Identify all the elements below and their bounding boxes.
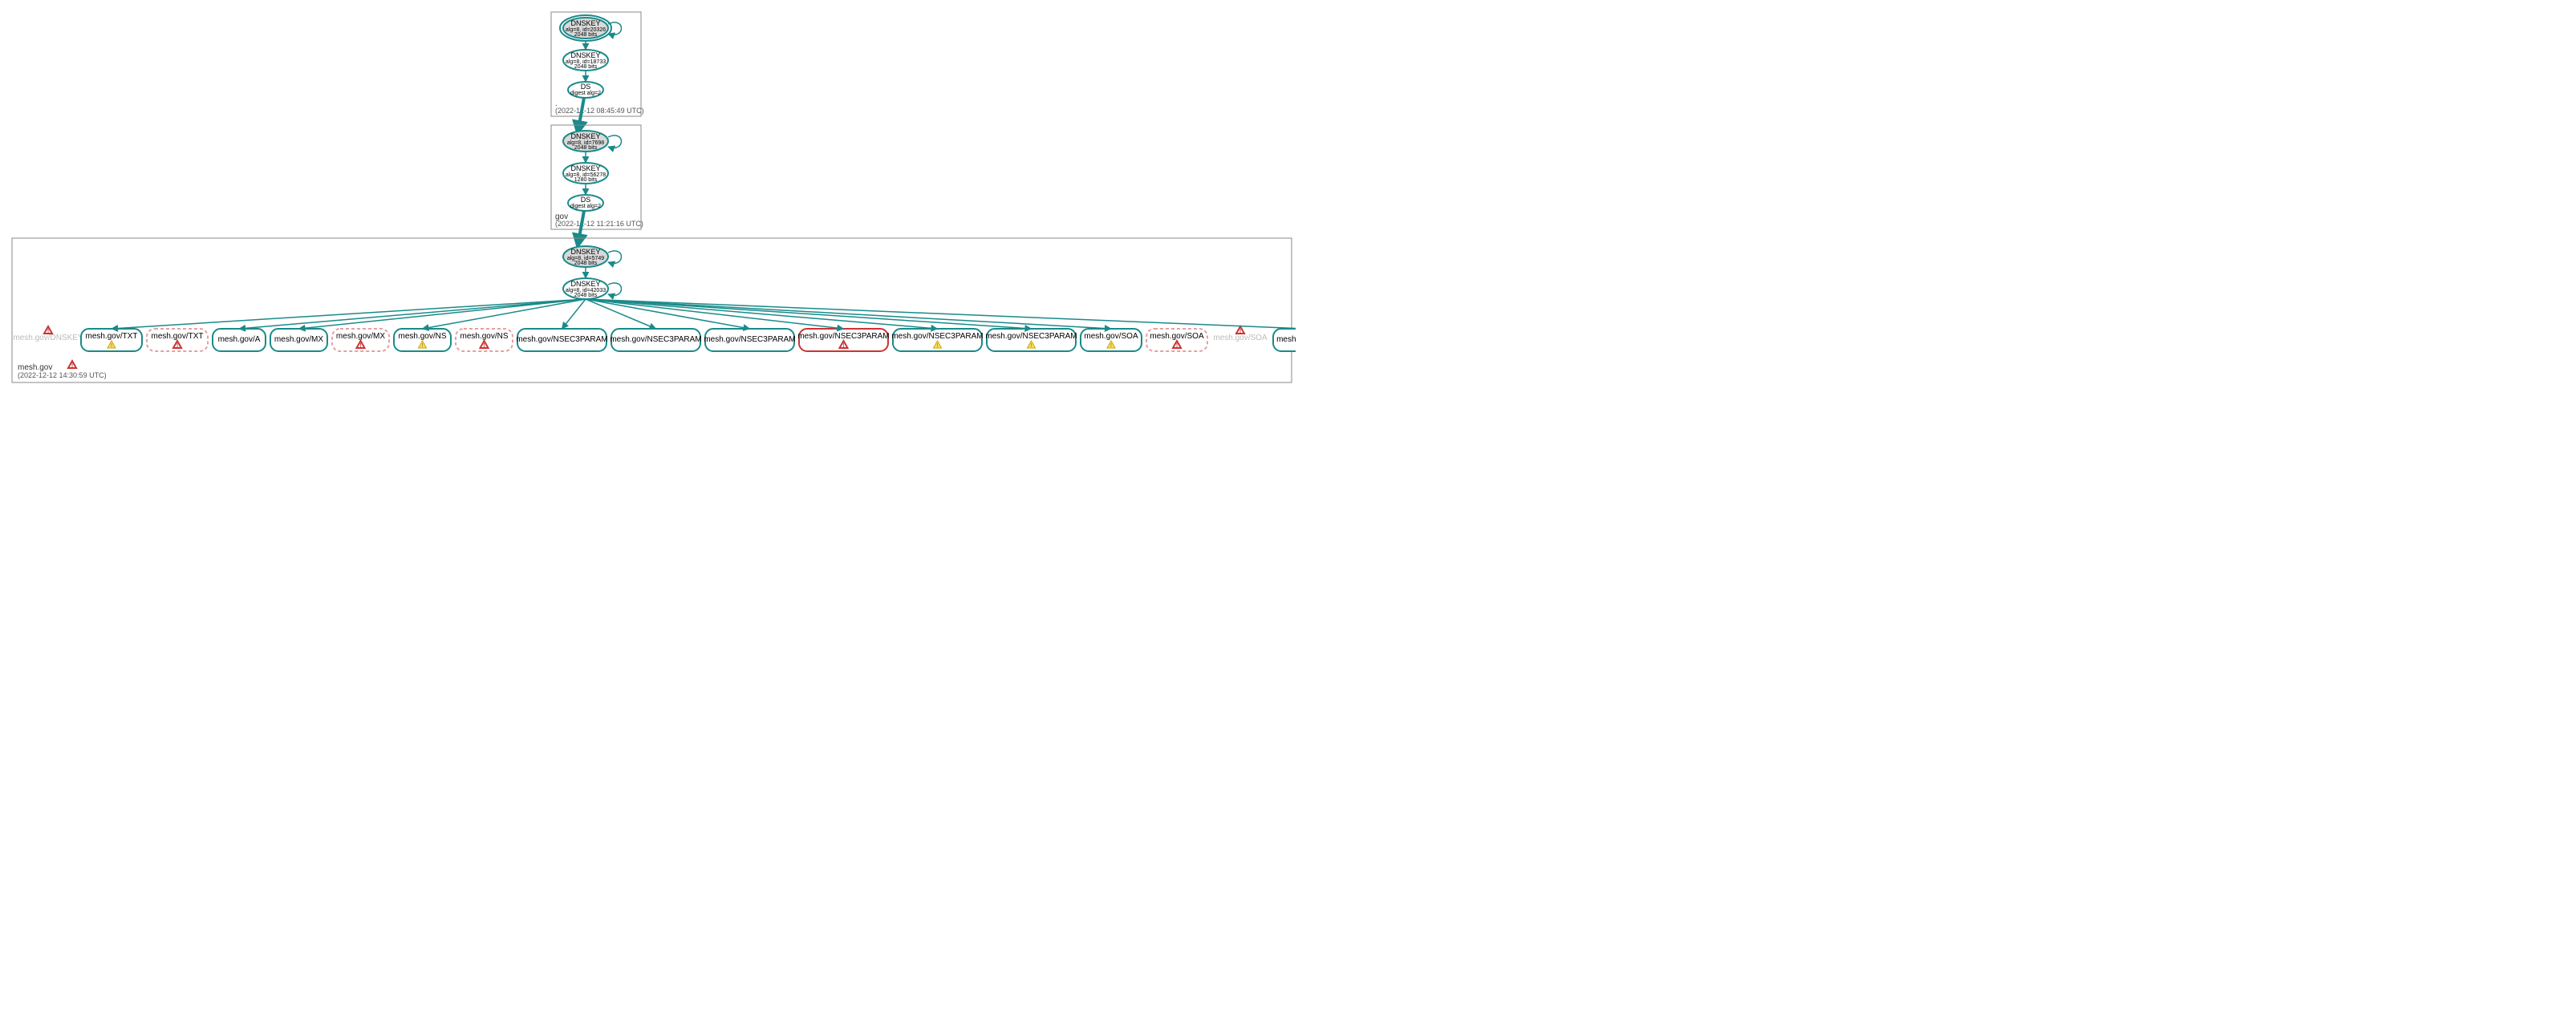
svg-text:DNSKEY: DNSKEY: [570, 51, 600, 59]
svg-text:DNSKEY: DNSKEY: [570, 280, 600, 288]
svg-text:DS: DS: [581, 83, 591, 91]
svg-text:!: !: [176, 343, 178, 349]
zone-gov-timestamp: (2022-12-12 11:21:16 UTC): [555, 220, 643, 228]
rrset-node[interactable]: mesh.gov/SOA!: [1146, 329, 1207, 351]
svg-text:!: !: [47, 329, 49, 334]
svg-text:2048 bits: 2048 bits: [574, 64, 598, 70]
error-icon: !: [357, 341, 365, 349]
rrset-label: mesh.gov/NSEC3PARAM: [704, 335, 795, 344]
node-root-zsk[interactable]: DNSKEY alg=8, id=18733 2048 bits: [563, 50, 608, 71]
svg-text:!: !: [359, 343, 361, 349]
rrset-edges: [112, 299, 1296, 329]
svg-text:2048 bits: 2048 bits: [574, 32, 598, 38]
rrset-label: mesh.gov/SOA: [1213, 334, 1268, 342]
rrset-node[interactable]: mesh.gov/NS!: [456, 329, 513, 351]
error-icon: !: [1236, 326, 1244, 334]
rrset-node[interactable]: mesh.gov/NSEC3PARAM: [516, 329, 607, 351]
node-gov-ds[interactable]: DS digest alg=2: [568, 195, 603, 211]
svg-text:!: !: [1031, 343, 1032, 349]
rrset-node[interactable]: mesh.gov/NSEC3PARAM!: [891, 329, 983, 351]
node-mesh-zsk[interactable]: DNSKEY alg=8, id=42033 2048 bits: [563, 278, 608, 299]
edge-zsk-rrset: [239, 299, 586, 329]
svg-text:DNSKEY: DNSKEY: [570, 164, 600, 172]
rrset-node[interactable]: mesh.gov/TXT!: [81, 329, 142, 351]
svg-text:digest alg=2: digest alg=2: [570, 204, 601, 209]
zone-gov: gov (2022-12-12 11:21:16 UTC) DNSKEY alg…: [551, 125, 643, 229]
svg-text:2048 bits: 2048 bits: [574, 261, 598, 266]
svg-text:!: !: [71, 363, 73, 369]
zone-mesh-timestamp: (2022-12-12 14:30:59 UTC): [18, 371, 107, 379]
svg-text:2048 bits: 2048 bits: [574, 293, 598, 298]
error-icon: !: [68, 361, 76, 369]
edge-mesh-ksk-self: [608, 251, 622, 263]
zone-mesh-footer-icon: !: [68, 361, 76, 369]
svg-text:DNSKEY: DNSKEY: [570, 132, 600, 140]
svg-text:DS: DS: [581, 196, 591, 204]
edge-gov-ds-to-mesh-ksk: [578, 211, 584, 246]
svg-text:!: !: [111, 343, 112, 349]
svg-text:digest alg=2: digest alg=2: [570, 91, 601, 96]
rrset-node[interactable]: mesh.gov/SOA!: [1213, 326, 1268, 342]
edge-root-ds-to-gov-ksk: [578, 98, 584, 133]
rrset-label: mesh.gov/SOA: [1084, 332, 1138, 341]
svg-text:DNSKEY: DNSKEY: [570, 248, 600, 256]
node-root-ds[interactable]: DS digest alg=2: [568, 82, 603, 98]
svg-text:!: !: [1239, 329, 1241, 334]
rrset-node[interactable]: mesh.gov/NSEC3PARAM!: [797, 329, 889, 351]
error-icon: !: [173, 341, 181, 349]
rrset-node[interactable]: mesh.gov/DNSKEY!: [13, 326, 83, 342]
rrset-node[interactable]: mesh.gov/SOA!: [1081, 329, 1142, 351]
dnssec-diagram: . (2022-12-12 08:45:49 UTC) DNSKEY alg=8…: [8, 8, 1296, 526]
rrset-node[interactable]: mesh.gov/NS!: [394, 329, 451, 351]
edge-mesh-zsk-self: [608, 283, 622, 295]
node-gov-ksk[interactable]: DNSKEY alg=8, id=7698 2048 bits: [563, 131, 608, 152]
svg-text:!: !: [483, 343, 485, 349]
rrset-label: mesh.gov/NS: [398, 332, 446, 341]
rrset-node[interactable]: mesh.gov/MX: [270, 329, 327, 351]
svg-text:!: !: [422, 343, 424, 349]
rrset-node[interactable]: mesh.gov/NSEC3PARAM!: [985, 329, 1077, 351]
rrset-label: mesh.gov/AAAA: [1276, 335, 1296, 344]
node-gov-zsk[interactable]: DNSKEY alg=8, id=56278 1280 bits: [563, 163, 608, 184]
rrset-node[interactable]: mesh.gov/MX!: [332, 329, 389, 351]
svg-text:1280 bits: 1280 bits: [574, 177, 598, 183]
error-icon: !: [44, 326, 52, 334]
rrset-node[interactable]: mesh.gov/AAAA: [1273, 329, 1296, 351]
rrset-node[interactable]: mesh.gov/NSEC3PARAM: [610, 329, 701, 351]
rrset-label: mesh.gov/NSEC3PARAM: [985, 332, 1077, 341]
node-root-ksk[interactable]: DNSKEY alg=8, id=20326 2048 bits: [560, 15, 611, 41]
rrset-node[interactable]: mesh.gov/A: [213, 329, 266, 351]
rrset-label: mesh.gov/MX: [274, 335, 323, 344]
svg-text:!: !: [1176, 343, 1178, 349]
zone-root: . (2022-12-12 08:45:49 UTC) DNSKEY alg=8…: [551, 12, 644, 116]
zone-mesh: mesh.gov (2022-12-12 14:30:59 UTC) DNSKE…: [12, 238, 1296, 382]
rrset-row: mesh.gov/DNSKEY!mesh.gov/TXT!mesh.gov/TX…: [13, 326, 1296, 351]
edge-zsk-rrset: [586, 299, 938, 329]
rrset-label: mesh.gov/A: [218, 335, 261, 344]
svg-text:2048 bits: 2048 bits: [574, 145, 598, 151]
svg-text:!: !: [937, 343, 939, 349]
error-icon: !: [481, 341, 489, 349]
rrset-label: mesh.gov/TXT: [85, 332, 137, 341]
rrset-label: mesh.gov/NSEC3PARAM: [516, 335, 607, 344]
edge-zsk-rrset: [562, 299, 586, 329]
rrset-label: mesh.gov/NSEC3PARAM: [610, 335, 701, 344]
rrset-node[interactable]: mesh.gov/NSEC3PARAM: [704, 329, 795, 351]
rrset-node[interactable]: mesh.gov/TXT!: [147, 329, 208, 351]
edge-gov-ksk-self: [608, 136, 622, 148]
edge-zsk-rrset: [112, 299, 586, 329]
node-mesh-ksk[interactable]: DNSKEY alg=8, id=5749 2048 bits: [563, 246, 608, 267]
svg-text:!: !: [842, 343, 844, 349]
edge-zsk-rrset: [586, 299, 1296, 329]
svg-text:!: !: [1110, 343, 1112, 349]
error-icon: !: [1173, 341, 1181, 349]
zone-root-timestamp: (2022-12-12 08:45:49 UTC): [555, 107, 644, 115]
rrset-label: mesh.gov/NSEC3PARAM: [891, 332, 983, 341]
svg-text:DNSKEY: DNSKEY: [570, 19, 600, 27]
rrset-label: mesh.gov/DNSKEY: [13, 334, 83, 342]
